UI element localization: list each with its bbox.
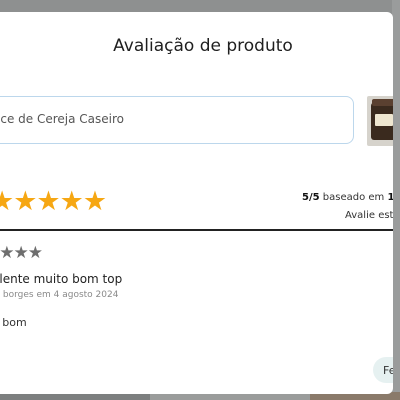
rating-count: 1 — [387, 192, 393, 203]
review-body: o bom — [0, 316, 27, 329]
rating-score: 5/5 — [302, 192, 320, 203]
product-name-field[interactable]: oce de Cereja Caseiro — [0, 96, 354, 144]
product-name-text: oce de Cereja Caseiro — [0, 112, 124, 126]
review-modal: Avaliação de produto oce de Cereja Casei… — [0, 12, 393, 394]
jar-label — [375, 114, 393, 126]
page: Avaliação de produto oce de Cereja Casei… — [0, 0, 400, 400]
close-button[interactable]: Fe — [373, 357, 393, 383]
jar-lid — [372, 99, 393, 106]
review-title: elente muito bom top — [0, 272, 123, 286]
review-author-date: el borges em 4 agosto 2024 — [0, 290, 119, 300]
rate-product-link[interactable]: Avalie este p — [345, 210, 393, 221]
product-thumbnail — [367, 96, 393, 146]
rating-based-on: baseado em — [319, 192, 388, 203]
review-stars: ★★★★ — [0, 243, 43, 263]
rating-summary: 5/5 baseado em 1 ava — [302, 192, 393, 203]
backdrop-right — [392, 0, 400, 400]
section-divider — [0, 229, 393, 231]
modal-title: Avaliação de produto — [113, 36, 293, 56]
average-rating-stars: ★★★★★ — [0, 186, 107, 217]
